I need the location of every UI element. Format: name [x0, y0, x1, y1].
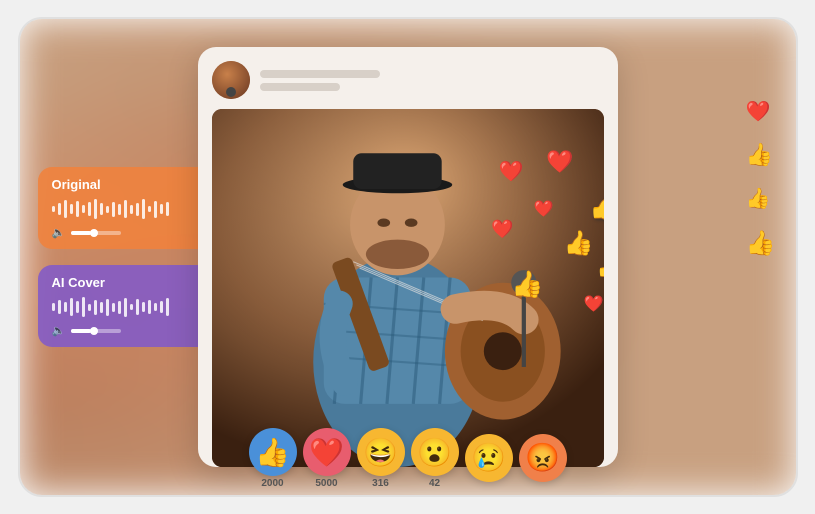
subtitle-line — [260, 83, 340, 91]
main-frame: Original 🔈 AI Cover 🔈 — [18, 17, 798, 497]
right-heart-icon-1: ❤️ — [746, 99, 776, 124]
social-card: ❤️ 👍 ❤️ 👍 👍 ❤️ ❤️ 👍 ❤️ 👍 2000 ❤️ 5000 — [198, 47, 618, 467]
haha-emoji: 😆 — [357, 428, 405, 476]
reaction-like[interactable]: 👍 2000 — [249, 428, 297, 489]
reaction-wow[interactable]: 😮 42 — [411, 428, 459, 489]
like-count: 2000 — [261, 478, 283, 489]
love-emoji: ❤️ — [303, 428, 351, 476]
right-thumb-icon-3: 👍 — [746, 229, 776, 258]
reaction-sad[interactable]: 😢 — [465, 434, 513, 484]
like-emoji: 👍 — [249, 428, 297, 476]
guitarist-photo: ❤️ 👍 ❤️ 👍 👍 ❤️ ❤️ 👍 ❤️ — [212, 109, 604, 467]
guitarist-image — [212, 109, 604, 467]
reaction-love[interactable]: ❤️ 5000 — [303, 428, 351, 489]
card-header — [212, 61, 604, 99]
sad-emoji: 😢 — [465, 434, 513, 482]
haha-count: 316 — [372, 478, 389, 489]
angry-emoji: 😡 — [519, 434, 567, 482]
username-line — [260, 70, 380, 78]
right-floating-reactions: ❤️ 👍 👍 👍 — [746, 99, 776, 258]
header-user-info — [260, 70, 380, 91]
avatar — [212, 61, 250, 99]
reaction-angry[interactable]: 😡 — [519, 434, 567, 484]
volume-icon-original: 🔈 — [52, 226, 66, 239]
wow-count: 42 — [429, 478, 440, 489]
wow-emoji: 😮 — [411, 428, 459, 476]
right-thumb-icon-2: 👍 — [746, 186, 776, 211]
love-count: 5000 — [315, 478, 337, 489]
right-thumb-icon-1: 👍 — [746, 142, 776, 168]
volume-icon-ai-cover: 🔈 — [52, 324, 66, 337]
volume-slider-original[interactable] — [71, 231, 121, 235]
volume-slider-ai-cover[interactable] — [71, 329, 121, 333]
emoji-reactions-bar: 👍 2000 ❤️ 5000 😆 316 😮 42 😢 😡 — [249, 428, 567, 489]
reaction-haha[interactable]: 😆 316 — [357, 428, 405, 489]
